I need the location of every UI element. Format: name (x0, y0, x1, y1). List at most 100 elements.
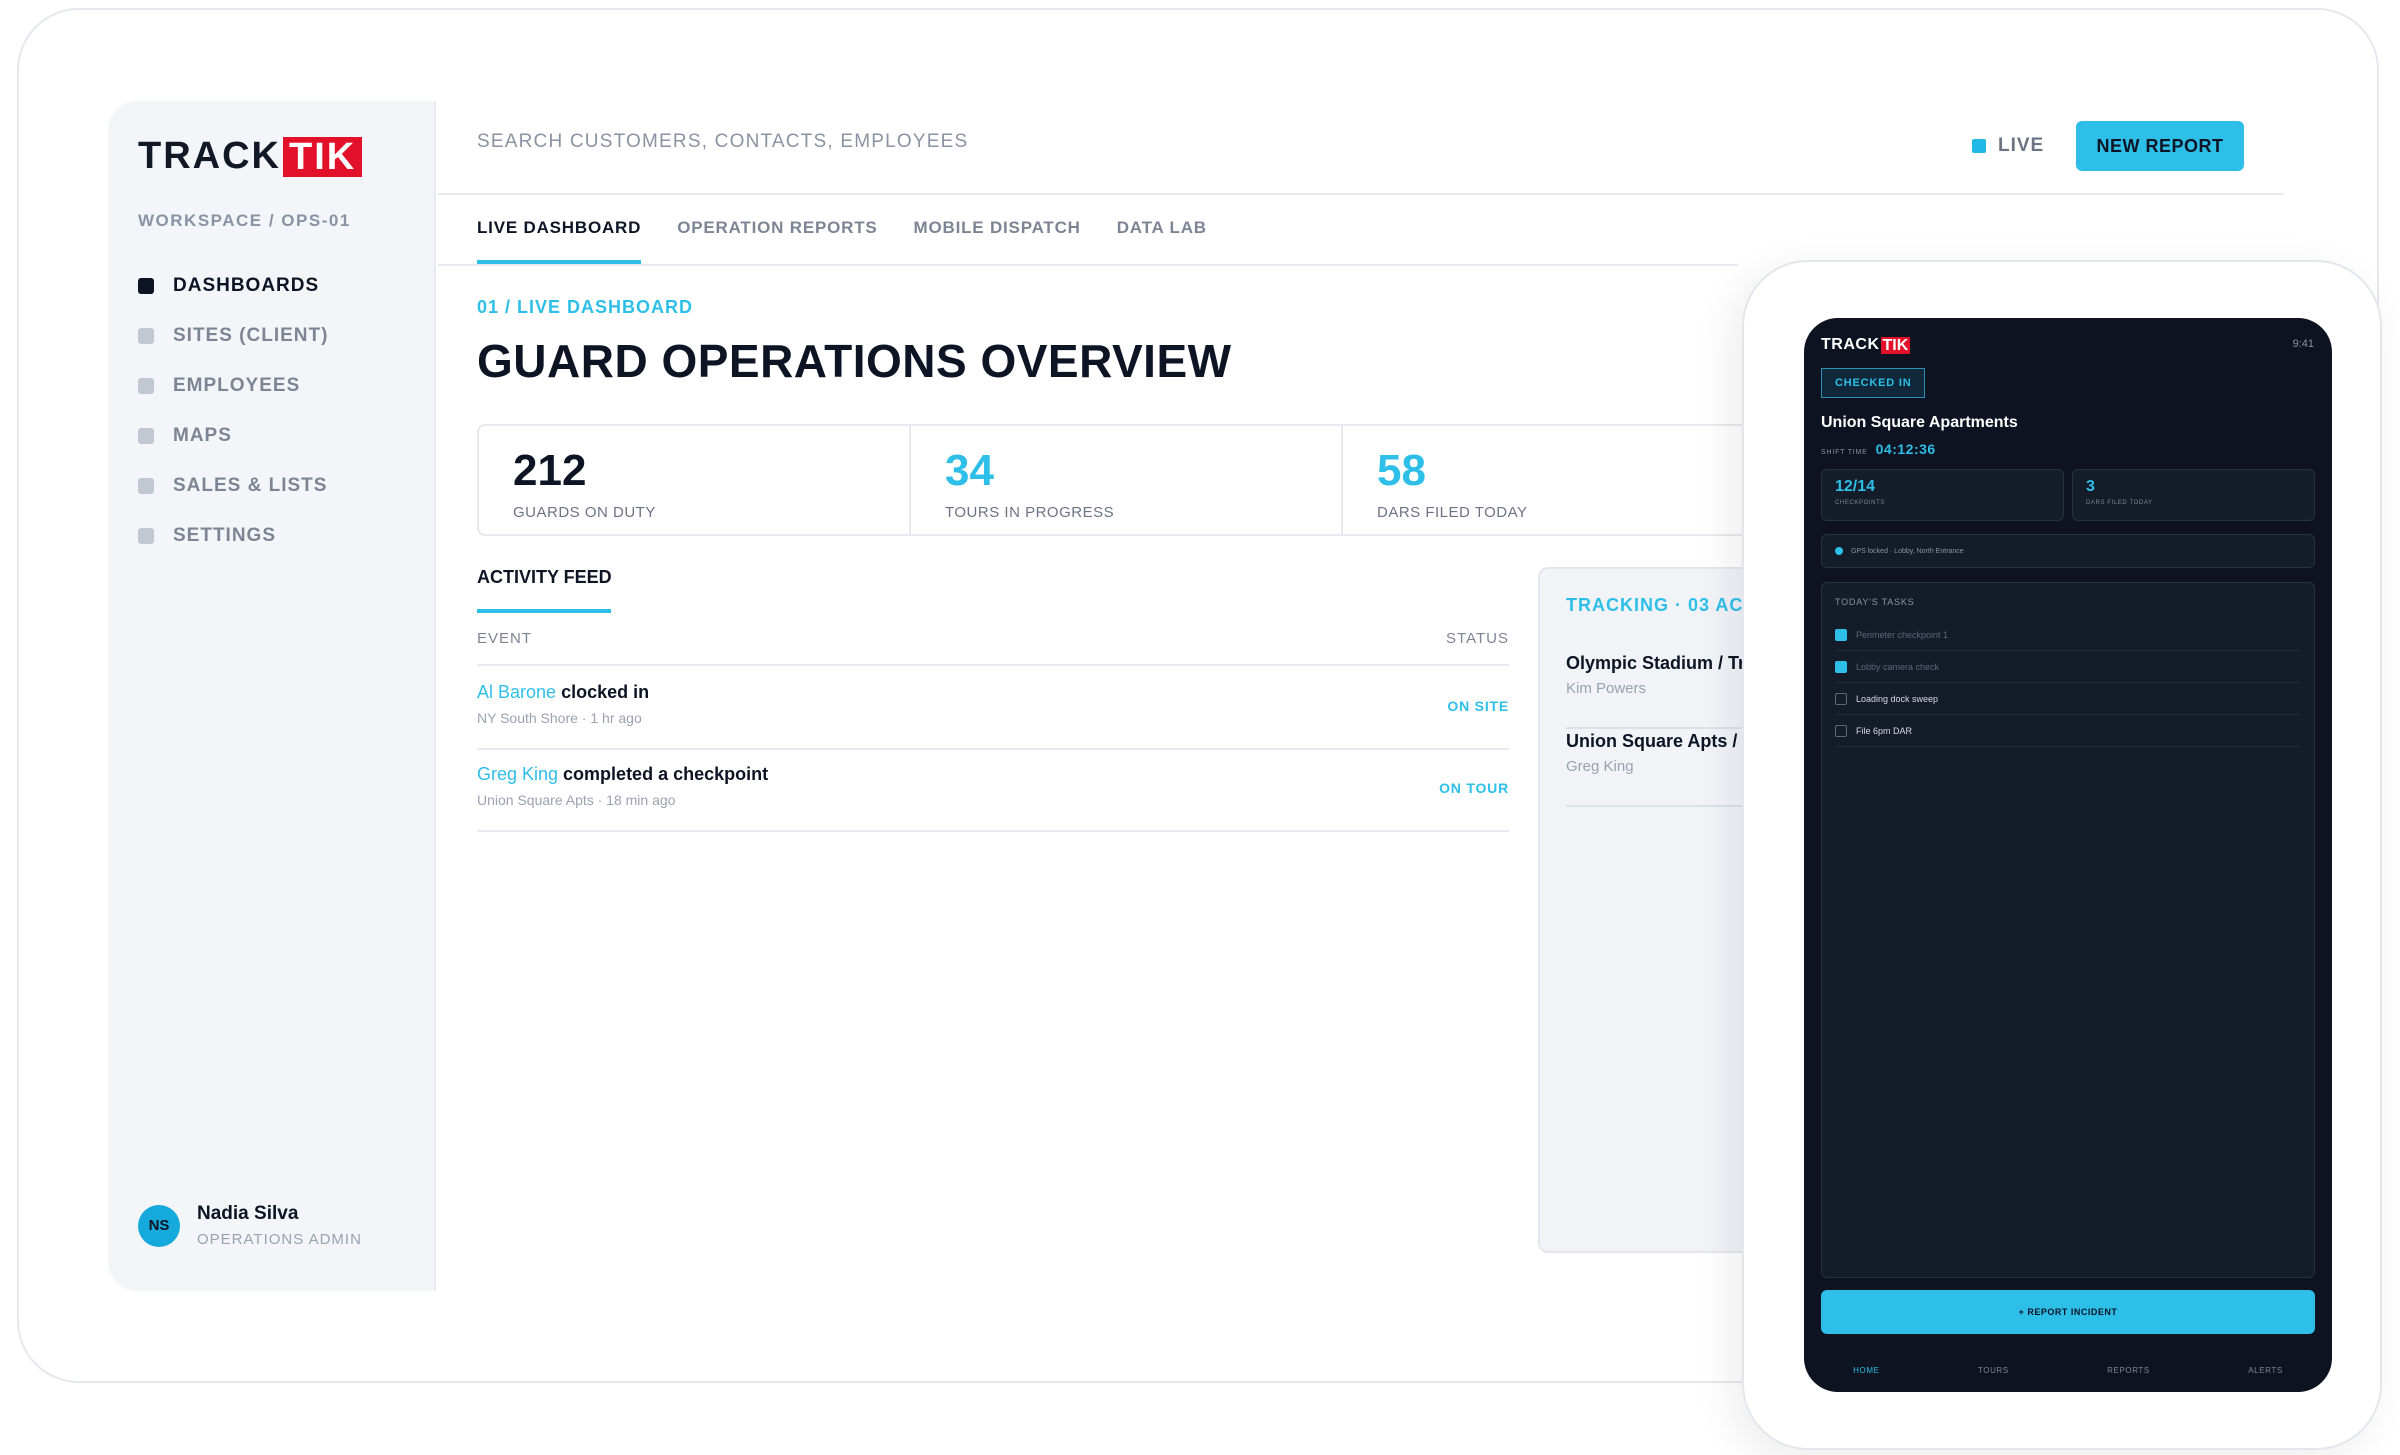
new-report-button[interactable]: NEW REPORT (2076, 121, 2244, 171)
square-bullet-icon (138, 278, 154, 294)
checkbox-empty-icon[interactable] (1835, 692, 1847, 705)
tracking-site: Olympic Stadium / Tr (1566, 653, 1746, 673)
activity-feed-title[interactable]: ACTIVITY FEED (477, 567, 612, 588)
activity-feed-underline (477, 609, 611, 613)
sidebar-item-sales-lists[interactable]: SALES & LISTS (138, 461, 328, 511)
task-label: Loading dock sweep (1856, 693, 1939, 704)
tablet-stat-dars: 3 DARS FILED TODAY (2072, 469, 2315, 521)
user-role: OPERATIONS ADMIN (197, 1231, 362, 1248)
stat-label: DARS FILED TODAY (1377, 504, 1528, 521)
checkbox-checked-icon[interactable] (1835, 628, 1847, 641)
tablet-stat-checkpoints: 12/14 CHECKPOINTS (1821, 469, 2064, 521)
tablet-nav-tours[interactable]: TOURS (1978, 1366, 2009, 1375)
gps-text: GPS locked · Lobby, North Entrance (1851, 547, 1964, 555)
tracking-site: Union Square Apts / (1566, 731, 1738, 751)
square-bullet-icon (138, 478, 154, 494)
task-item[interactable]: Lobby camera check (1835, 651, 2301, 683)
tab-live-dashboard[interactable]: LIVE DASHBOARD (477, 200, 642, 266)
stat-value: 34 (945, 446, 994, 495)
checkbox-checked-icon[interactable] (1835, 660, 1847, 673)
tab-operation-reports[interactable]: OPERATION REPORTS (677, 200, 877, 266)
tracktik-logo[interactable]: TRACK TIK (138, 135, 363, 178)
tracking-title: TRACKING · 03 ACTI (1566, 595, 1762, 615)
workspace-label: WORKSPACE / OPS-01 (138, 211, 351, 230)
main-tabs: LIVE DASHBOARD OPERATION REPORTS MOBILE … (477, 200, 1243, 266)
status-bar-time: 9:41 (2292, 338, 2314, 350)
stat-label: DARS FILED TODAY (2086, 500, 2153, 506)
task-label: Lobby camera check (1856, 661, 1940, 672)
stat-value: 58 (1377, 446, 1426, 495)
sidebar-item-label: SITES (CLIENT) (173, 325, 329, 346)
user-name: Nadia Silva (197, 1203, 299, 1224)
sidebar-item-label: SALES & LISTS (173, 475, 328, 496)
task-label: Perimeter checkpoint 1 (1856, 629, 1949, 640)
tablet-nav-reports[interactable]: REPORTS (2107, 1366, 2150, 1375)
sidebar-item-dashboards[interactable]: DASHBOARDS (138, 261, 328, 311)
top-bar: LIVE NEW REPORT (438, 101, 2284, 195)
live-status-icon (1972, 139, 1986, 153)
event-action: clocked in (556, 682, 650, 702)
tablet-site-name: Union Square Apartments (1821, 414, 2018, 431)
task-item[interactable]: Perimeter checkpoint 1 (1835, 619, 2301, 651)
stat-label: GUARDS ON DUTY (513, 504, 656, 521)
employee-link[interactable]: Greg King (477, 764, 558, 784)
live-indicator[interactable]: LIVE (1972, 135, 2044, 157)
sidebar-nav: DASHBOARDS SITES (CLIENT) EMPLOYEES MAPS… (138, 261, 328, 561)
task-item[interactable]: File 6pm DAR (1835, 715, 2301, 747)
stat-label: TOURS IN PROGRESS (945, 504, 1115, 521)
tasks-panel: TODAY'S TASKS Perimeter checkpoint 1 Lob… (1821, 582, 2315, 1278)
tracking-guard: Kim Powers (1566, 680, 1647, 697)
checkbox-empty-icon[interactable] (1835, 724, 1847, 737)
stat-label: CHECKPOINTS (1835, 500, 1885, 506)
tab-mobile-dispatch[interactable]: MOBILE DISPATCH (914, 200, 1081, 266)
sidebar-item-maps[interactable]: MAPS (138, 411, 328, 461)
stat-dars-filed-today: 58 DARS FILED TODAY (1343, 426, 1775, 534)
logo-tik-text: TIK (282, 136, 363, 177)
logo-track-text: TRACK (1821, 336, 1880, 353)
feed-header: EVENT STATUS (477, 630, 1509, 666)
checked-in-badge: CHECKED IN (1821, 368, 1926, 398)
user-profile[interactable]: NS Nadia Silva OPERATIONS ADMIN (138, 1203, 362, 1248)
table-row[interactable]: Al Barone clocked in NY South Shore · 1 … (477, 668, 1509, 750)
feed-meta: NY South Shore · 1 hr ago (477, 710, 642, 726)
shift-time-value: 04:12:36 (1875, 441, 1936, 457)
live-label: LIVE (1998, 135, 2045, 156)
shift-timer: SHIFT TIME 04:12:36 (1821, 441, 1936, 457)
tablet-nav-alerts[interactable]: ALERTS (2248, 1366, 2283, 1375)
stat-value: 3 (2086, 478, 2095, 495)
sidebar-item-label: MAPS (173, 425, 232, 446)
logo-track-text: TRACK (138, 135, 281, 177)
tablet-nav-home[interactable]: HOME (1853, 1366, 1879, 1375)
tabs-divider (438, 264, 1738, 266)
column-header-event: EVENT (477, 630, 533, 647)
table-row[interactable]: Greg King completed a checkpoint Union S… (477, 750, 1509, 832)
page-title: GUARD OPERATIONS OVERVIEW (477, 335, 1232, 387)
status-badge: ON TOUR (1439, 780, 1509, 796)
report-incident-button[interactable]: + REPORT INCIDENT (1821, 1290, 2315, 1334)
square-bullet-icon (138, 528, 154, 544)
gps-status: GPS locked · Lobby, North Entrance (1821, 534, 2315, 568)
task-item[interactable]: Loading dock sweep (1835, 683, 2301, 715)
sidebar-item-label: DASHBOARDS (173, 275, 320, 296)
stat-value: 12/14 (1835, 478, 1876, 495)
sidebar-item-employees[interactable]: EMPLOYEES (138, 361, 328, 411)
square-bullet-icon (138, 378, 154, 394)
column-header-status: STATUS (1446, 630, 1509, 647)
employee-link[interactable]: Al Barone (477, 682, 556, 702)
sidebar-item-sites[interactable]: SITES (CLIENT) (138, 311, 328, 361)
stat-guards-on-duty: 212 GUARDS ON DUTY (479, 426, 911, 534)
sidebar-item-label: EMPLOYEES (173, 375, 301, 396)
breadcrumb: 01 / LIVE DASHBOARD (477, 297, 694, 317)
avatar: NS (138, 1204, 180, 1247)
search-input[interactable] (477, 131, 1177, 153)
square-bullet-icon (138, 428, 154, 444)
stats-row: 212 GUARDS ON DUTY 34 TOURS IN PROGRESS … (477, 424, 1777, 536)
feed-meta: Union Square Apts · 18 min ago (477, 792, 676, 808)
event-action: completed a checkpoint (558, 764, 769, 784)
status-badge: ON SITE (1447, 698, 1509, 714)
task-label: File 6pm DAR (1856, 725, 1913, 736)
tab-data-lab[interactable]: DATA LAB (1117, 200, 1207, 266)
shift-time-label: SHIFT TIME (1821, 449, 1868, 456)
tasks-header: TODAY'S TASKS (1835, 597, 1915, 607)
sidebar-item-settings[interactable]: SETTINGS (138, 511, 328, 561)
